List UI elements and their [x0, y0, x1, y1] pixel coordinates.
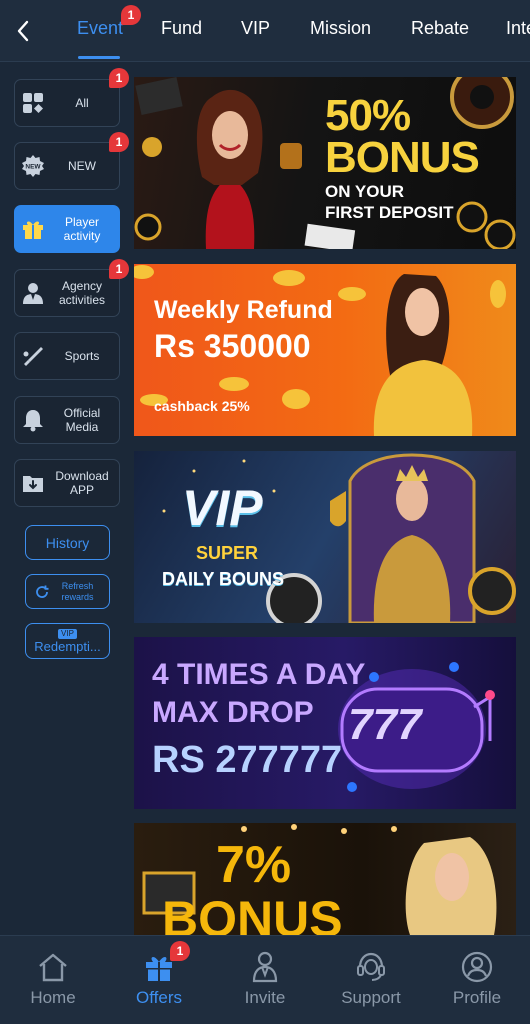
sidebar-item-all[interactable]: All	[14, 79, 120, 127]
home-icon	[36, 950, 70, 984]
nav-profile[interactable]: Profile	[427, 950, 527, 1020]
bottom-navigation-bar: Home Offers 1 Invite Support Profile	[0, 935, 530, 1024]
queen-throne-illustration	[162, 453, 516, 623]
sidebar-item-label: Download APP	[55, 469, 109, 497]
sidebar-item-sports[interactable]: Sports	[14, 332, 120, 380]
sidebar-new-badge: 1	[109, 132, 129, 152]
grid-cards-icon	[15, 80, 51, 126]
sidebar-item-label: All	[75, 96, 89, 110]
sidebar-item-label: Agency activities	[58, 279, 105, 307]
sidebar-item-player-activity[interactable]: Player activity	[14, 205, 120, 253]
tab-event[interactable]: Event	[77, 18, 123, 39]
promo-banner-vip-daily[interactable]: VIP SUPER DAILY BOUNS	[134, 451, 516, 623]
banner-cashback-label: cashback 25%	[154, 398, 250, 414]
invite-icon	[248, 950, 282, 984]
redemption-label: Redempti...	[34, 638, 101, 654]
redemption-button[interactable]: VIP Redempti...	[25, 623, 110, 659]
tab-vip[interactable]: VIP	[241, 18, 270, 39]
bell-icon	[15, 397, 51, 443]
refresh-rewards-button[interactable]: Refresh rewards	[25, 574, 110, 609]
banner-drop-amount: RS 277777	[152, 739, 343, 781]
sidebar-item-label: NEW	[68, 159, 96, 173]
history-button[interactable]: History	[25, 525, 110, 560]
banner-times-a-day: 4 TIMES A DAY	[152, 658, 366, 691]
sports-icon	[15, 333, 51, 379]
nav-invite[interactable]: Invite	[215, 950, 315, 1020]
new-badge-icon: NEW	[15, 143, 51, 189]
banner-weekly-title: Weekly Refund	[154, 296, 333, 324]
support-headset-icon	[354, 950, 388, 984]
vip-ticket-icon: VIP	[58, 628, 77, 639]
tab-mission[interactable]: Mission	[310, 18, 371, 39]
top-tab-bar: Event 1 Fund VIP Mission Rebate Inte	[0, 0, 530, 62]
tab-rebate[interactable]: Rebate	[411, 18, 469, 39]
profile-icon	[460, 950, 494, 984]
tab-inte[interactable]: Inte	[506, 18, 530, 39]
svg-text:NEW: NEW	[25, 164, 41, 171]
promo-banner-weekly-refund[interactable]: Weekly Refund Rs 350000 cashback 25%	[134, 264, 516, 436]
sidebar-item-label: Official Media	[63, 406, 101, 434]
banner-subtitle-2: FIRST DEPOSIT	[325, 203, 454, 222]
gift-icon	[15, 206, 51, 252]
tab-fund[interactable]: Fund	[161, 18, 202, 39]
promo-banner-first-deposit[interactable]: 50% BONUS ON YOUR FIRST DEPOSIT	[134, 77, 516, 249]
sidebar-item-official-media[interactable]: Official Media	[14, 396, 120, 444]
banner-super-label: SUPER	[196, 543, 259, 563]
promotion-banner-list: 50% BONUS ON YOUR FIRST DEPOSIT Weekly R…	[134, 77, 516, 935]
banner-bonus-word: BONUS	[162, 891, 343, 935]
nav-home[interactable]: Home	[3, 950, 103, 1020]
promo-banner-max-drop[interactable]: 4 TIMES A DAY MAX DROP RS 277777 777	[134, 637, 516, 809]
banner-7-percent: 7%	[216, 836, 292, 894]
back-button[interactable]	[10, 18, 36, 44]
sidebar-item-download-app[interactable]: Download APP	[14, 459, 120, 507]
tab-event-badge: 1	[121, 5, 141, 25]
promo-banner-7-percent[interactable]: 7% BONUS	[134, 823, 516, 935]
active-tab-indicator	[78, 56, 120, 59]
category-sidebar: All 1 NEW NEW 1 Player activity Agency a…	[0, 63, 132, 935]
nav-label: Invite	[244, 988, 286, 1007]
nav-label: Offers	[136, 988, 182, 1007]
nav-label: Support	[341, 988, 401, 1007]
nav-support[interactable]: Support	[321, 950, 421, 1020]
refresh-rewards-label: Refresh rewards	[61, 580, 94, 602]
nav-label: Profile	[452, 988, 502, 1007]
banner-daily-bonus-label: DAILY BOUNS	[162, 569, 285, 589]
banner-subtitle-1: ON YOUR	[325, 182, 405, 201]
chevron-left-icon	[17, 20, 29, 42]
sidebar-item-label: Sports	[64, 349, 100, 363]
nav-offers[interactable]: Offers	[109, 950, 209, 1020]
banner-bonus-word: BONUS	[325, 133, 480, 182]
refresh-icon	[35, 585, 48, 598]
banner-max-drop: MAX DROP	[152, 696, 314, 729]
banner-vip-title: VIP	[182, 480, 263, 536]
sidebar-all-badge: 1	[109, 68, 129, 88]
nav-offers-badge: 1	[170, 941, 190, 961]
sidebar-item-label: Player activity	[63, 215, 101, 243]
sidebar-item-agency-activities[interactable]: Agency activities	[14, 269, 120, 317]
banner-777-text: 777	[348, 700, 422, 749]
agent-icon	[15, 270, 51, 316]
nav-label: Home	[30, 988, 76, 1007]
sidebar-agency-badge: 1	[109, 259, 129, 279]
download-icon	[15, 460, 51, 506]
sidebar-item-new[interactable]: NEW NEW	[14, 142, 120, 190]
banner-refund-amount: Rs 350000	[154, 328, 311, 364]
